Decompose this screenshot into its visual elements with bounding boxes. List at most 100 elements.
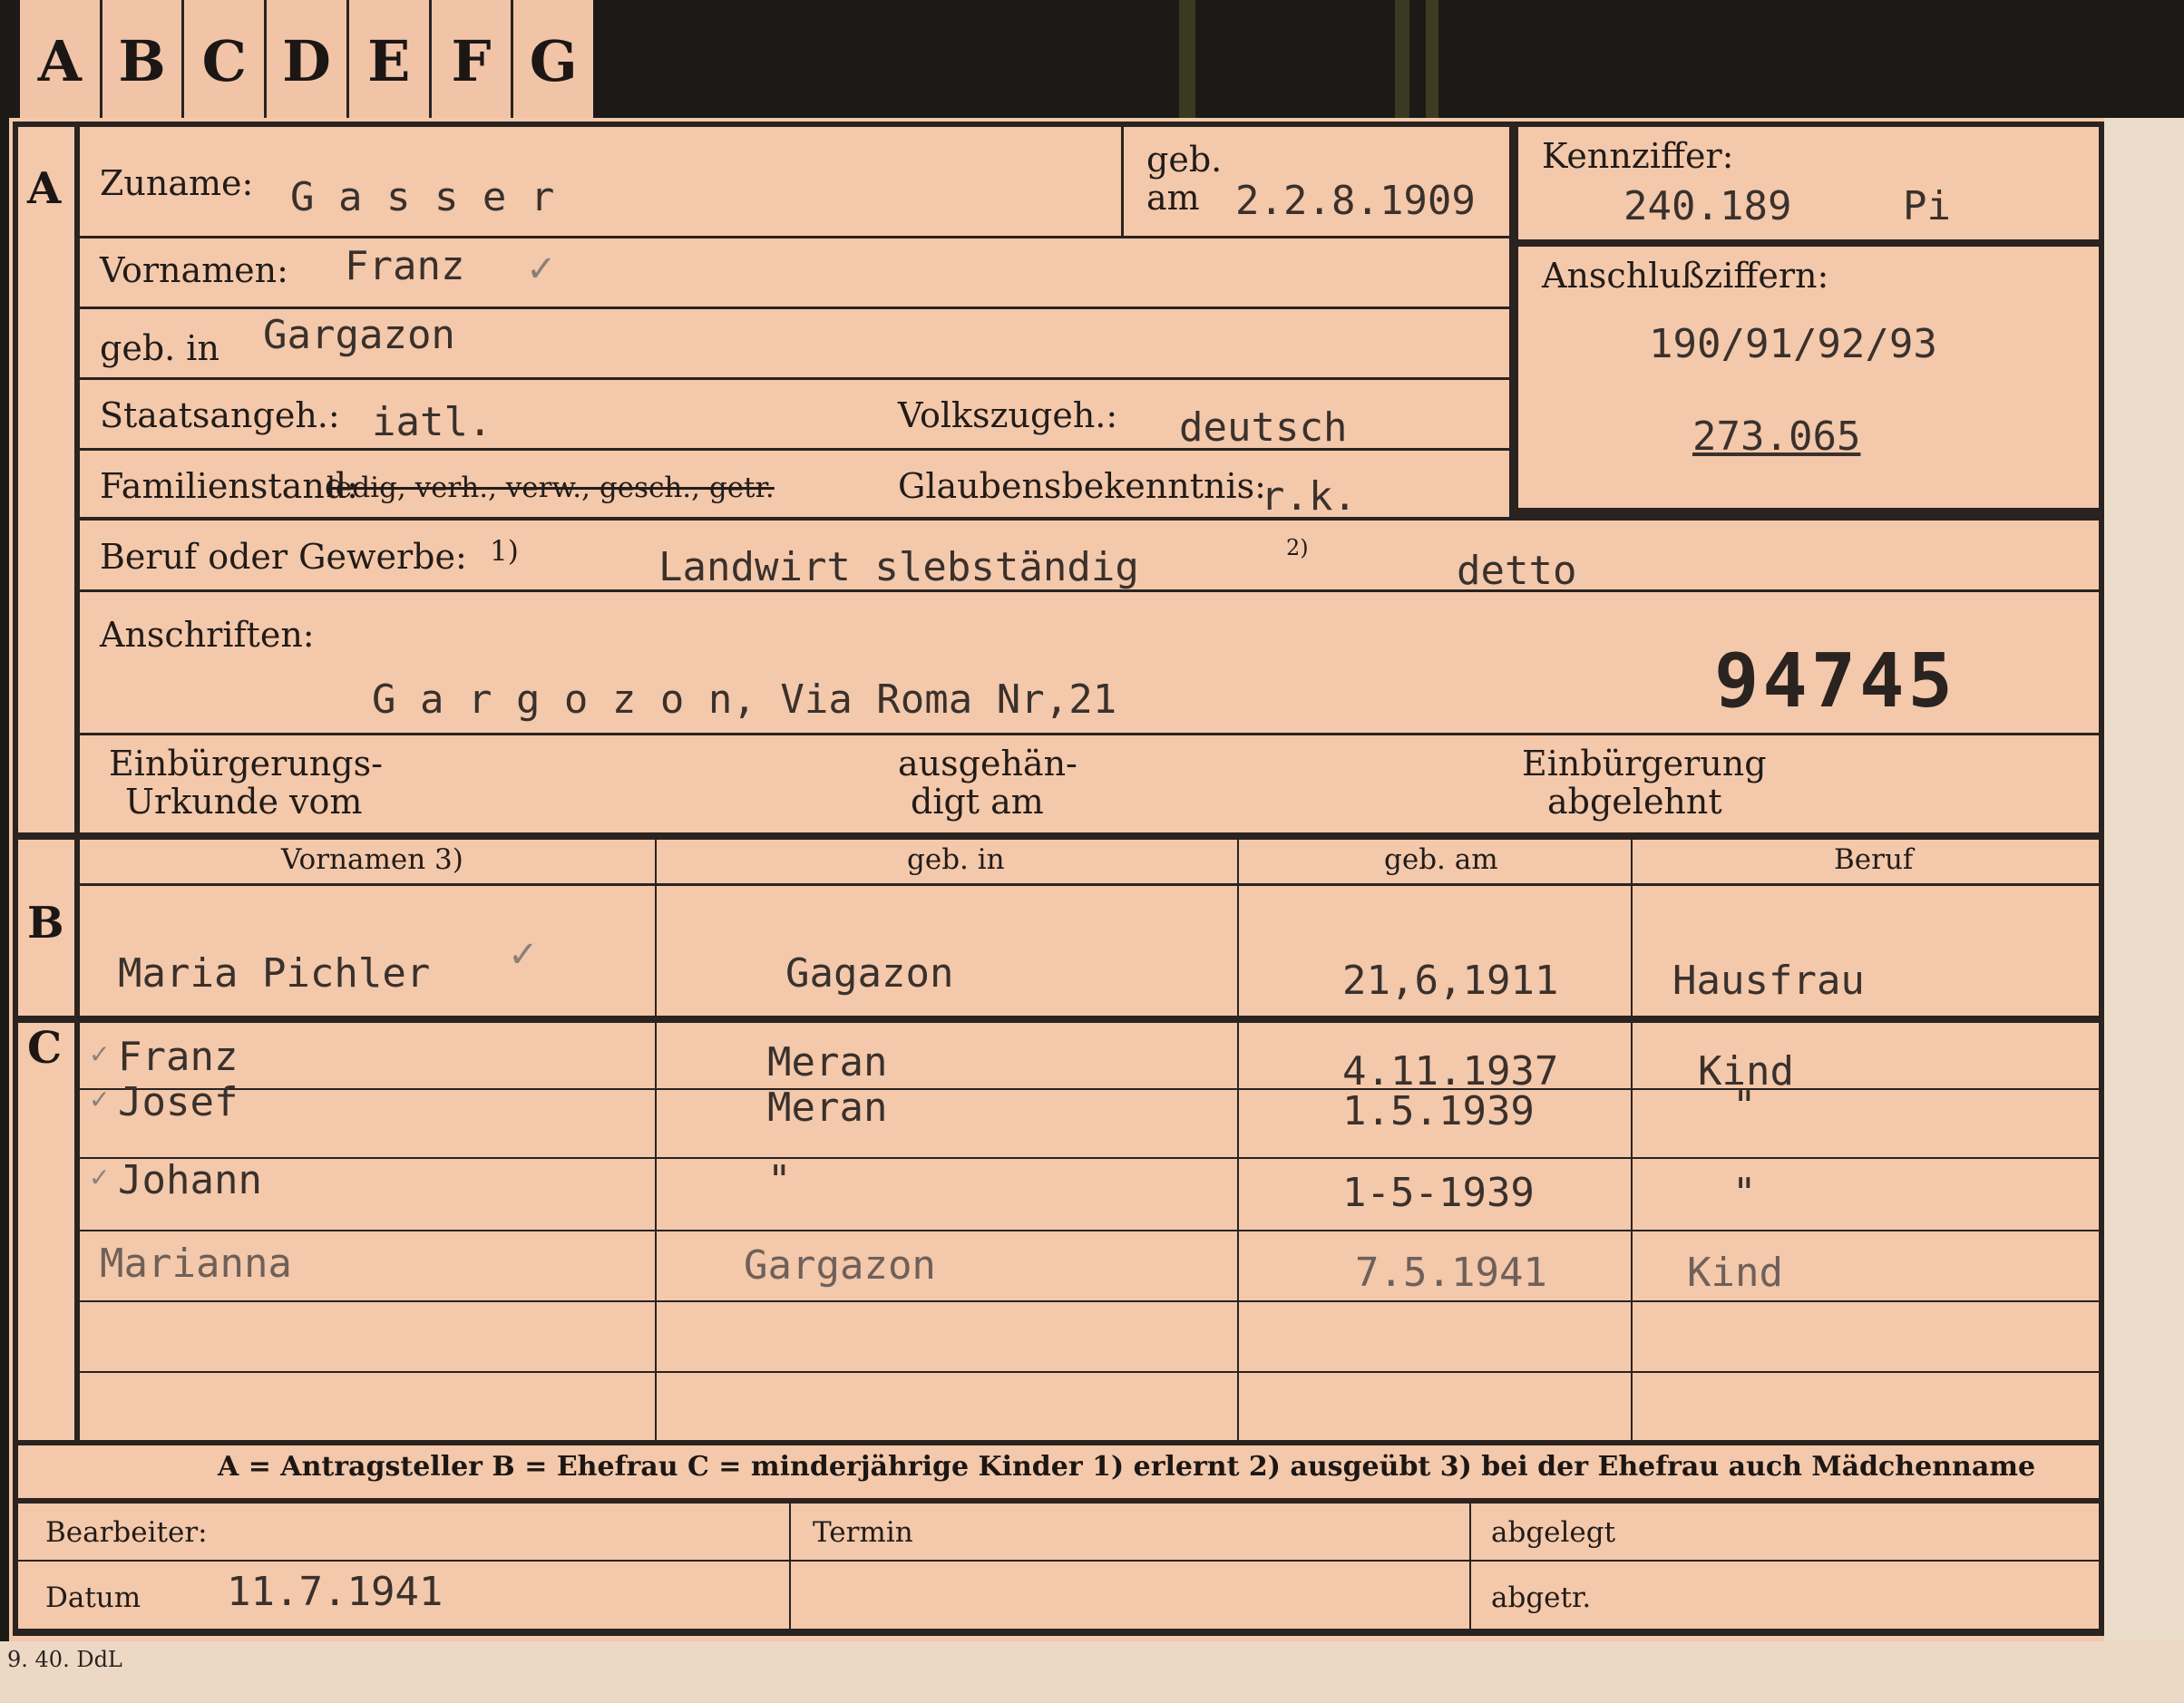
index-tab-f[interactable]: F — [432, 0, 514, 122]
ausgehaend-label-2: digt am — [911, 782, 1044, 822]
einb-urkunde-label-1: Einbürgerungs- — [109, 744, 383, 783]
child-date: 1-5-1939 — [1342, 1170, 1535, 1216]
kennziffer-label: Kennziffer: — [1542, 136, 1734, 176]
section-b-top — [18, 832, 2104, 840]
beruf-note-1: 1) — [490, 535, 519, 568]
kennziffer-value: 240.189 — [1623, 183, 1792, 229]
checkmark-icon: ✓ — [89, 1039, 111, 1069]
anschluss-value-2: 273.065 — [1692, 414, 1861, 460]
index-tab-b[interactable]: B — [102, 0, 185, 122]
binder-bar — [1395, 0, 1409, 118]
abgelegt-label: abgelegt — [1491, 1516, 1616, 1549]
child-date: 7.5.1941 — [1355, 1250, 1547, 1296]
row-line — [80, 1371, 2099, 1373]
header-line — [80, 883, 2099, 886]
geb-in-value: Gargazon — [263, 312, 455, 358]
row-line — [80, 1157, 2099, 1159]
familienstand-label: Familienstand: — [100, 466, 358, 506]
child-place: Meran — [767, 1039, 888, 1085]
row-line — [80, 589, 2099, 592]
card-bottom-margin — [0, 1641, 2184, 1703]
geb-divider — [1121, 127, 1124, 236]
kennziffer-suffix: Pi — [1903, 183, 1951, 229]
section-c-marker: C — [27, 1023, 63, 1074]
print-code: 9. 40. DdL — [7, 1647, 122, 1672]
einb-urkunde-label-2: Urkunde vom — [125, 782, 363, 822]
staatsangeh-label: Staatsangeh.: — [100, 395, 340, 435]
einb-abgelehnt-label-2: abgelehnt — [1547, 782, 1722, 822]
zuname-value: G a s s e r — [290, 174, 555, 220]
child-name: Johann — [118, 1157, 262, 1203]
col-divider — [1237, 840, 1239, 1440]
col-divider — [1469, 1504, 1471, 1636]
spouse-place: Gagazon — [785, 950, 954, 997]
index-tab-e[interactable]: E — [349, 0, 432, 122]
index-tab-a[interactable]: A — [20, 0, 102, 122]
zuname-label: Zuname: — [100, 163, 254, 203]
col-divider — [1631, 840, 1633, 1440]
legend: A = Antragsteller B = Ehefrau C = minder… — [218, 1451, 2036, 1483]
child-name: Marianna — [100, 1241, 292, 1287]
header-beruf: Beruf — [1834, 843, 1914, 876]
legend-top — [18, 1440, 2104, 1445]
child-place: " — [767, 1157, 792, 1203]
beruf-value-2: detto — [1457, 548, 1577, 594]
child-job: " — [1732, 1170, 1757, 1216]
checkmark-icon: ✓ — [508, 934, 539, 976]
section-b-marker: B — [27, 898, 64, 949]
checkmark-icon: ✓ — [89, 1163, 111, 1192]
spouse-job: Hausfrau — [1672, 958, 1865, 1004]
index-tab-d[interactable]: D — [267, 0, 349, 122]
stamp-number: 94745 — [1714, 638, 1956, 725]
abgetr-label: abgetr. — [1491, 1581, 1592, 1614]
col-divider — [655, 840, 657, 1440]
row-line — [80, 1230, 2099, 1231]
binder-bar — [1426, 0, 1438, 118]
header-geb-am: geb. am — [1384, 843, 1498, 876]
row-line — [80, 448, 1509, 451]
index-tab-strip: A B C D E F G — [20, 0, 593, 122]
familienstand-options: ledig, verh., verw., gesch., getr. — [327, 472, 775, 504]
row-line — [18, 1560, 2104, 1562]
index-tab-c[interactable]: C — [184, 0, 268, 122]
anschluss-label: Anschlußziffern: — [1542, 256, 1829, 296]
child-name: Franz — [118, 1034, 239, 1080]
child-place: Meran — [767, 1085, 888, 1131]
binder-bar — [1179, 0, 1195, 118]
frame-right — [2099, 122, 2104, 1636]
child-place: Gargazon — [744, 1242, 936, 1289]
datum-value: 11.7.1941 — [227, 1569, 444, 1615]
checkmark-icon: ✓ — [526, 248, 557, 290]
row-line — [80, 733, 2099, 735]
right-block-bottom — [1518, 508, 2099, 517]
index-tab-g[interactable]: G — [513, 0, 593, 122]
geb-am-label: am — [1146, 178, 1200, 218]
frame-bottom — [13, 1629, 2104, 1636]
beruf-label: Beruf oder Gewerbe: — [100, 537, 467, 577]
volkszugeh-label: Volkszugeh.: — [898, 395, 1118, 435]
header-vornamen: Vornamen 3) — [281, 843, 463, 876]
geb-in-label: geb. in — [100, 328, 219, 368]
spouse-name: Maria Pichler — [118, 950, 431, 997]
anschluss-value: 190/91/92/93 — [1649, 321, 1937, 367]
vornamen-value: Franz — [345, 243, 465, 289]
right-block-divider — [1509, 122, 1518, 517]
glaubens-label: Glaubensbekenntnis: — [898, 466, 1266, 506]
section-a-marker: A — [27, 163, 62, 214]
anschriften-value: G a r g o z o n, Via Roma Nr,21 — [372, 676, 1117, 723]
child-job: " — [1732, 1083, 1757, 1129]
termin-label: Termin — [813, 1516, 913, 1549]
row-line — [80, 377, 1509, 380]
anschriften-label: Anschriften: — [100, 615, 315, 655]
section-c-top — [18, 1016, 2104, 1023]
header-geb-in: geb. in — [907, 843, 1005, 876]
col-divider — [789, 1504, 791, 1636]
row-line — [80, 1300, 2099, 1302]
staatsangeh-value: iatl. — [372, 399, 492, 445]
datum-label: Datum — [45, 1581, 141, 1614]
bearbeiter-label: Bearbeiter: — [45, 1516, 208, 1549]
legend-bottom — [18, 1498, 2104, 1504]
row-line — [80, 1088, 2099, 1090]
beruf-note-2: 2) — [1286, 535, 1309, 560]
beruf-value: Landwirt slebständig — [658, 544, 1139, 590]
